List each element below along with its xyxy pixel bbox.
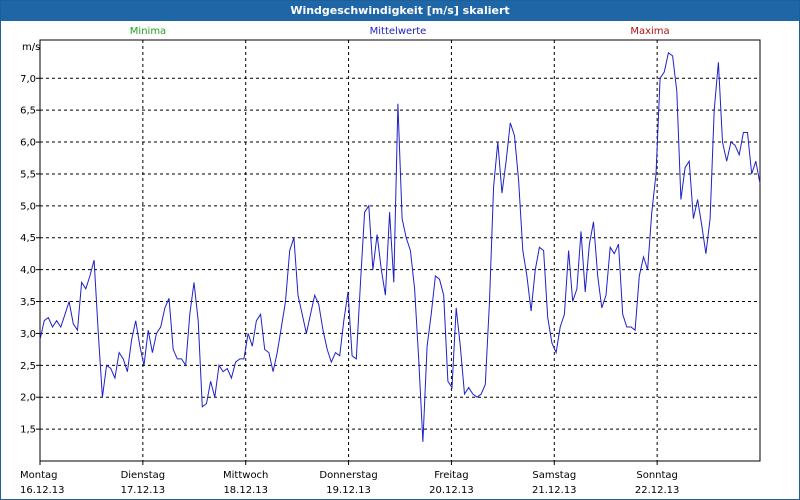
x-tick-date-label: 16.12.13 <box>20 485 65 496</box>
y-tick-label: 3,0 <box>20 329 36 340</box>
y-tick-label: 6,5 <box>20 106 36 117</box>
x-tick-date-label: 21.12.13 <box>532 485 577 496</box>
y-axis-label: m/s <box>22 42 40 53</box>
line-chart: Minima Mittelwerte Maxima m/s 1,5 2,0 2,5 3,0… <box>20 26 761 496</box>
y-tick-label: 7,0 <box>20 74 36 85</box>
y-tick-label: 2,5 <box>20 361 36 372</box>
grid <box>40 40 760 461</box>
x-tick-date-label: 18.12.13 <box>223 485 268 496</box>
x-tick-day-label: Montag <box>20 470 57 481</box>
x-tick-day-label: Freitag <box>434 470 468 481</box>
x-tick-date-label: 22.12.13 <box>635 485 680 496</box>
plot-area <box>39 39 761 462</box>
x-tick-day-label: Dienstag <box>121 470 166 481</box>
y-tick-label: 3,5 <box>20 297 36 308</box>
x-tick-date-label: 17.12.13 <box>121 485 166 496</box>
series-line-mittelwerte <box>39 51 761 442</box>
x-tick-day-label: Samstag <box>532 470 576 481</box>
x-axis-ticks: Montag 16.12.13 Dienstag 17.12.13 Mittwoch 18… <box>20 461 679 496</box>
y-tick-label: 2,0 <box>20 393 36 404</box>
y-tick-label: 4,5 <box>20 233 36 244</box>
y-tick-label: 1,5 <box>20 425 36 436</box>
y-tick-label: 6,0 <box>20 138 36 149</box>
x-tick-date-label: 20.12.13 <box>429 485 474 496</box>
legend: Minima Mittelwerte Maxima <box>130 26 670 37</box>
y-axis-ticks: 1,5 2,0 2,5 3,0 3,5 4,0 4,5 5,0 5,5 6,0 6,5 7,0 <box>20 74 40 436</box>
x-tick-date-label: 19.12.13 <box>326 485 371 496</box>
x-tick-day-label: Sonntag <box>636 470 678 481</box>
legend-item-mittelwerte: Mittelwerte <box>370 26 427 37</box>
legend-item-maxima: Maxima <box>630 26 669 37</box>
x-tick-day-label: Donnerstag <box>319 470 377 481</box>
y-tick-label: 5,5 <box>20 169 36 180</box>
y-tick-label: 4,0 <box>20 265 36 276</box>
x-tick-day-label: Mittwoch <box>223 470 268 481</box>
legend-item-minima: Minima <box>130 26 166 37</box>
y-tick-label: 5,0 <box>20 201 36 212</box>
